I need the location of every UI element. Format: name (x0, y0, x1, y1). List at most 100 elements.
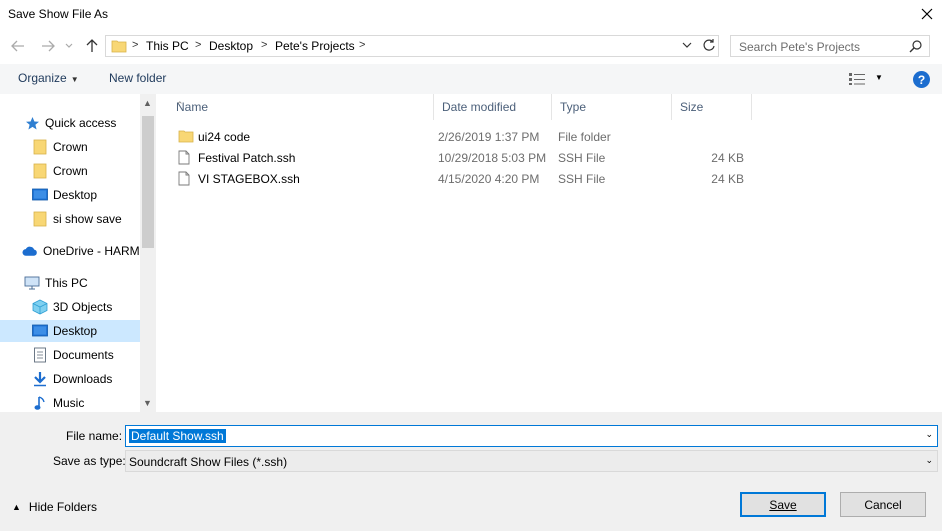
column-header-label: Date modified (442, 100, 517, 114)
view-options-button[interactable] (848, 72, 866, 89)
music-icon (32, 395, 48, 411)
recent-locations-button[interactable] (62, 36, 76, 56)
folder-icon (32, 211, 48, 227)
close-icon (921, 8, 933, 20)
file-date: 10/29/2018 5:03 PM (438, 151, 547, 165)
close-button[interactable] (912, 0, 942, 28)
save-button-label: Save (769, 497, 797, 512)
chevron-down-icon (682, 42, 692, 48)
file-date: 2/26/2019 1:37 PM (438, 130, 540, 144)
folder-icon (111, 40, 127, 53)
nav-item-crown[interactable]: Crown (0, 160, 140, 182)
file-name: Festival Patch.ssh (198, 151, 296, 165)
details-view-icon (849, 73, 865, 85)
hide-folders-label: Hide Folders (28, 500, 97, 514)
command-bar: Organize ▼ New folder ▼ ? (0, 64, 942, 94)
nav-item-this-pc[interactable]: This PC (0, 272, 140, 294)
nav-item-label: si show save (53, 212, 122, 226)
nav-item-label: This PC (45, 276, 88, 290)
nav-item-label: Downloads (53, 372, 113, 386)
save-button[interactable]: Save (740, 492, 826, 517)
breadcrumb-separator: > (261, 39, 268, 51)
hide-folders-button[interactable]: ▲ Hide Folders (12, 500, 97, 514)
chevron-down-icon: ⌄ (925, 455, 933, 465)
search-icon (909, 40, 922, 53)
save-type-select[interactable]: Soundcraft Show Files (*.ssh) ⌄ (125, 450, 938, 472)
desktop-icon (32, 323, 48, 339)
nav-item-downloads[interactable]: Downloads (0, 368, 140, 390)
file-name-value: Default Show.ssh (129, 429, 226, 443)
save-type-label: Save as type: (53, 454, 126, 468)
file-row[interactable]: VI STAGEBOX.ssh 4/15/2020 4:20 PM SSH Fi… (172, 168, 772, 189)
navigation-pane: Quick access Crown Crown Desktop si show… (0, 94, 140, 412)
nav-item-label: Desktop (53, 188, 98, 202)
nav-item-quick-access[interactable]: Quick access (0, 112, 140, 134)
nav-item-label: Crown (53, 140, 88, 154)
save-type-value: Soundcraft Show Files (*.ssh) (129, 455, 288, 469)
arrow-left-icon (11, 40, 24, 52)
file-size: 24 KB (711, 151, 744, 165)
nav-item-crown[interactable]: Crown (0, 136, 140, 158)
file-row[interactable]: Festival Patch.ssh 10/29/2018 5:03 PM SS… (172, 147, 772, 168)
chevron-down-icon (65, 43, 73, 48)
file-name: ui24 code (198, 130, 251, 144)
file-type: File folder (558, 130, 611, 144)
arrow-right-icon (42, 40, 55, 52)
file-size: 24 KB (711, 172, 744, 186)
nav-item-music[interactable]: Music (0, 392, 140, 412)
address-bar[interactable]: > This PC > Desktop > Pete's Projects > (105, 35, 719, 57)
nav-item-desktop-selected[interactable]: Desktop (0, 320, 140, 342)
download-icon (32, 371, 48, 387)
breadcrumb-desktop[interactable]: Desktop (209, 39, 253, 53)
file-icon (178, 150, 190, 165)
cancel-button[interactable]: Cancel (840, 492, 926, 517)
file-name: VI STAGEBOX.ssh (198, 172, 300, 186)
help-button[interactable]: ? (913, 71, 930, 88)
file-name-label: File name: (66, 429, 123, 443)
file-row[interactable]: ui24 code 2/26/2019 1:37 PM File folder (172, 126, 772, 147)
nav-item-si-show-save[interactable]: si show save (0, 208, 140, 230)
file-name-input[interactable]: Default Show.ssh ⌄ (125, 425, 938, 447)
nav-item-desktop[interactable]: Desktop (0, 184, 140, 206)
breadcrumb-this-pc[interactable]: This PC (146, 39, 189, 53)
file-icon (178, 171, 190, 186)
scroll-down-icon[interactable]: ▼ (143, 398, 152, 408)
chevron-up-icon: ▲ (12, 502, 21, 512)
column-header-date[interactable]: Date modified (434, 94, 552, 120)
chevron-down-icon[interactable]: ▼ (875, 73, 883, 82)
nav-item-label: Crown (53, 164, 88, 178)
up-button[interactable] (82, 36, 102, 56)
new-folder-button[interactable]: New folder (109, 71, 166, 85)
forward-button[interactable] (38, 36, 58, 56)
title-bar: Save Show File As (0, 0, 942, 28)
nav-item-3d-objects[interactable]: 3D Objects (0, 296, 140, 318)
search-input[interactable]: Search Pete's Projects (730, 35, 930, 57)
breadcrumb-petes-projects[interactable]: Pete's Projects (275, 39, 355, 53)
breadcrumb-separator: > (132, 39, 139, 51)
folder-icon (178, 130, 194, 143)
nav-item-label: Desktop (53, 324, 98, 338)
column-header-name[interactable]: Name ⌃ (168, 94, 434, 120)
nav-item-label: 3D Objects (53, 300, 113, 314)
document-icon (32, 347, 48, 363)
organize-button[interactable]: Organize ▼ (18, 71, 79, 85)
window-title: Save Show File As (8, 7, 109, 21)
refresh-button[interactable] (702, 38, 716, 55)
organize-label: Organize (18, 71, 67, 85)
nav-item-onedrive[interactable]: OneDrive - HARM (0, 240, 140, 262)
star-icon (24, 115, 40, 131)
column-header-size[interactable]: Size (672, 94, 752, 120)
address-dropdown-button[interactable] (682, 38, 692, 55)
navigation-scrollbar[interactable]: ▲ ▼ (140, 94, 156, 412)
nav-item-documents[interactable]: Documents (0, 344, 140, 366)
back-button[interactable] (8, 36, 28, 56)
cloud-icon (22, 243, 38, 259)
chevron-down-icon[interactable]: ⌄ (925, 429, 933, 440)
column-header-label: Size (680, 100, 704, 114)
column-header-type[interactable]: Type (552, 94, 672, 120)
file-type: SSH File (558, 151, 606, 165)
scrollbar-thumb[interactable] (142, 116, 154, 248)
breadcrumb-separator: > (359, 39, 366, 51)
nav-item-label: Quick access (45, 116, 117, 130)
scroll-up-icon[interactable]: ▲ (143, 98, 152, 108)
